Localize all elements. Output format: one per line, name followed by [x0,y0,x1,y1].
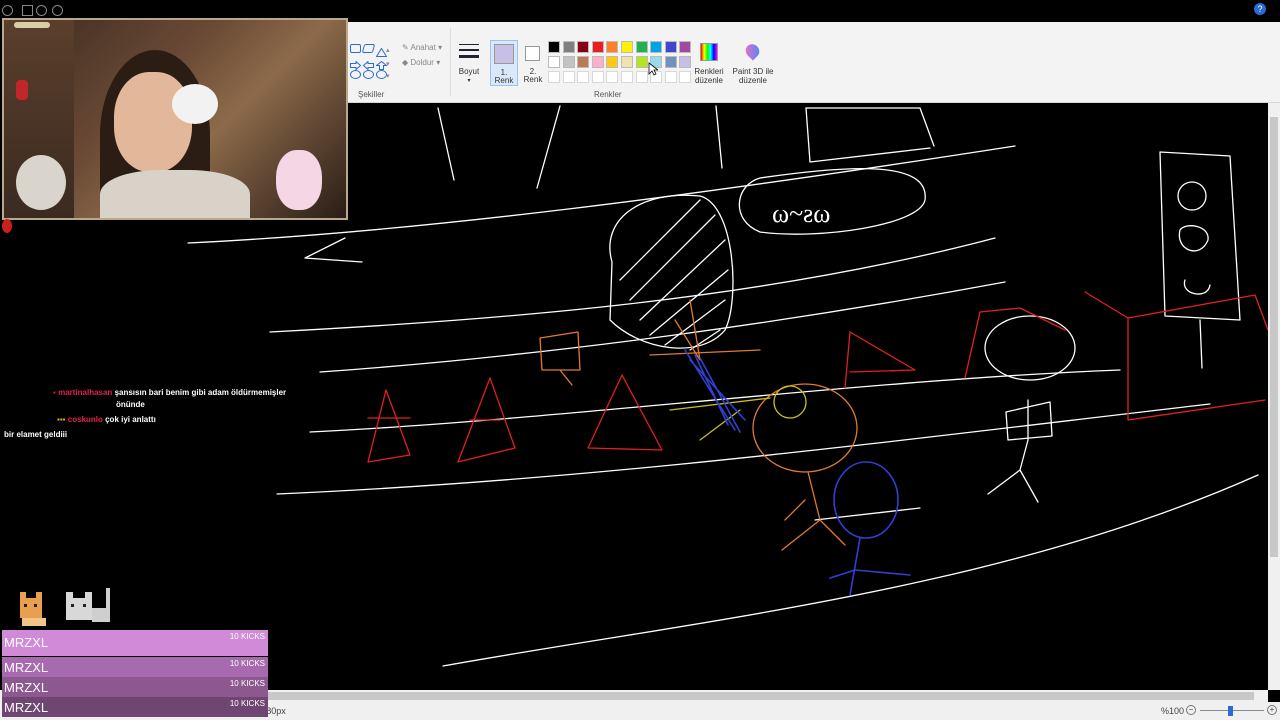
canvas-handwriting: ω~ƨω [772,199,830,228]
chat-message-1: ▪ martinalhasan şansısın bari benim gibi… [53,387,286,399]
vertical-scroll-thumb[interactable] [1270,117,1278,557]
chat-badges-icon: ▪▪▪ [57,415,66,424]
pixel-cat-orange-icon [14,588,54,628]
red-marker-icon [0,218,14,234]
kick-count: 10 KICKS [229,659,265,668]
zoom-slider-thumb[interactable] [1228,706,1233,716]
white-strokes [187,105,1259,667]
chat-username: martinalhasan [58,388,113,397]
kick-name: MRZXL [4,660,49,675]
chat-badge-icon: ▪ [53,388,56,397]
kick-name: MRZXL [4,680,49,695]
kick-count: 10 KICKS [229,679,265,688]
plush-toy [172,84,218,124]
red-strokes [367,291,1268,463]
santa-figure [16,80,28,100]
kick-name: MRZXL [4,700,49,715]
zoom-level: %100 [1161,706,1185,716]
webcam-overlay [2,18,348,220]
kick-bar-3: MRZXL 10 KICKS [2,677,268,697]
chat-message-1-cont: önünde [116,400,145,409]
zoom-out-icon[interactable]: − [1186,705,1196,715]
chat-message-2: ▪▪▪ coskunlo çok iyi anlattı [57,414,156,426]
kick-bar-1: MRZXL 10 KICKS [2,630,268,656]
chat-username: coskunlo [67,415,103,424]
streamer-sweater [100,170,250,218]
orange-strokes [539,299,858,551]
chat-text: bir elamet geldiii [4,430,68,439]
bunny-plush [276,150,322,210]
chat-text: şansısın bari benim gibi adam öldürmemiş… [114,388,287,397]
kick-bar-2: MRZXL 10 KICKS [2,657,268,677]
blue-strokes [684,349,911,596]
chat-text: çok iyi anlattı [105,415,156,424]
vertical-scrollbar[interactable] [1268,103,1280,690]
kick-count: 10 KICKS [229,632,265,641]
kick-bar-4: MRZXL 10 KICKS [2,697,268,717]
pixel-cat-grey-icon [58,584,114,630]
kick-name: MRZXL [4,635,49,650]
live-indicator [14,22,50,28]
kick-count: 10 KICKS [229,699,265,708]
chat-message-3: bir elamet geldiii [4,429,67,441]
cat-photo [16,155,66,210]
zoom-in-icon[interactable]: + [1267,705,1277,715]
